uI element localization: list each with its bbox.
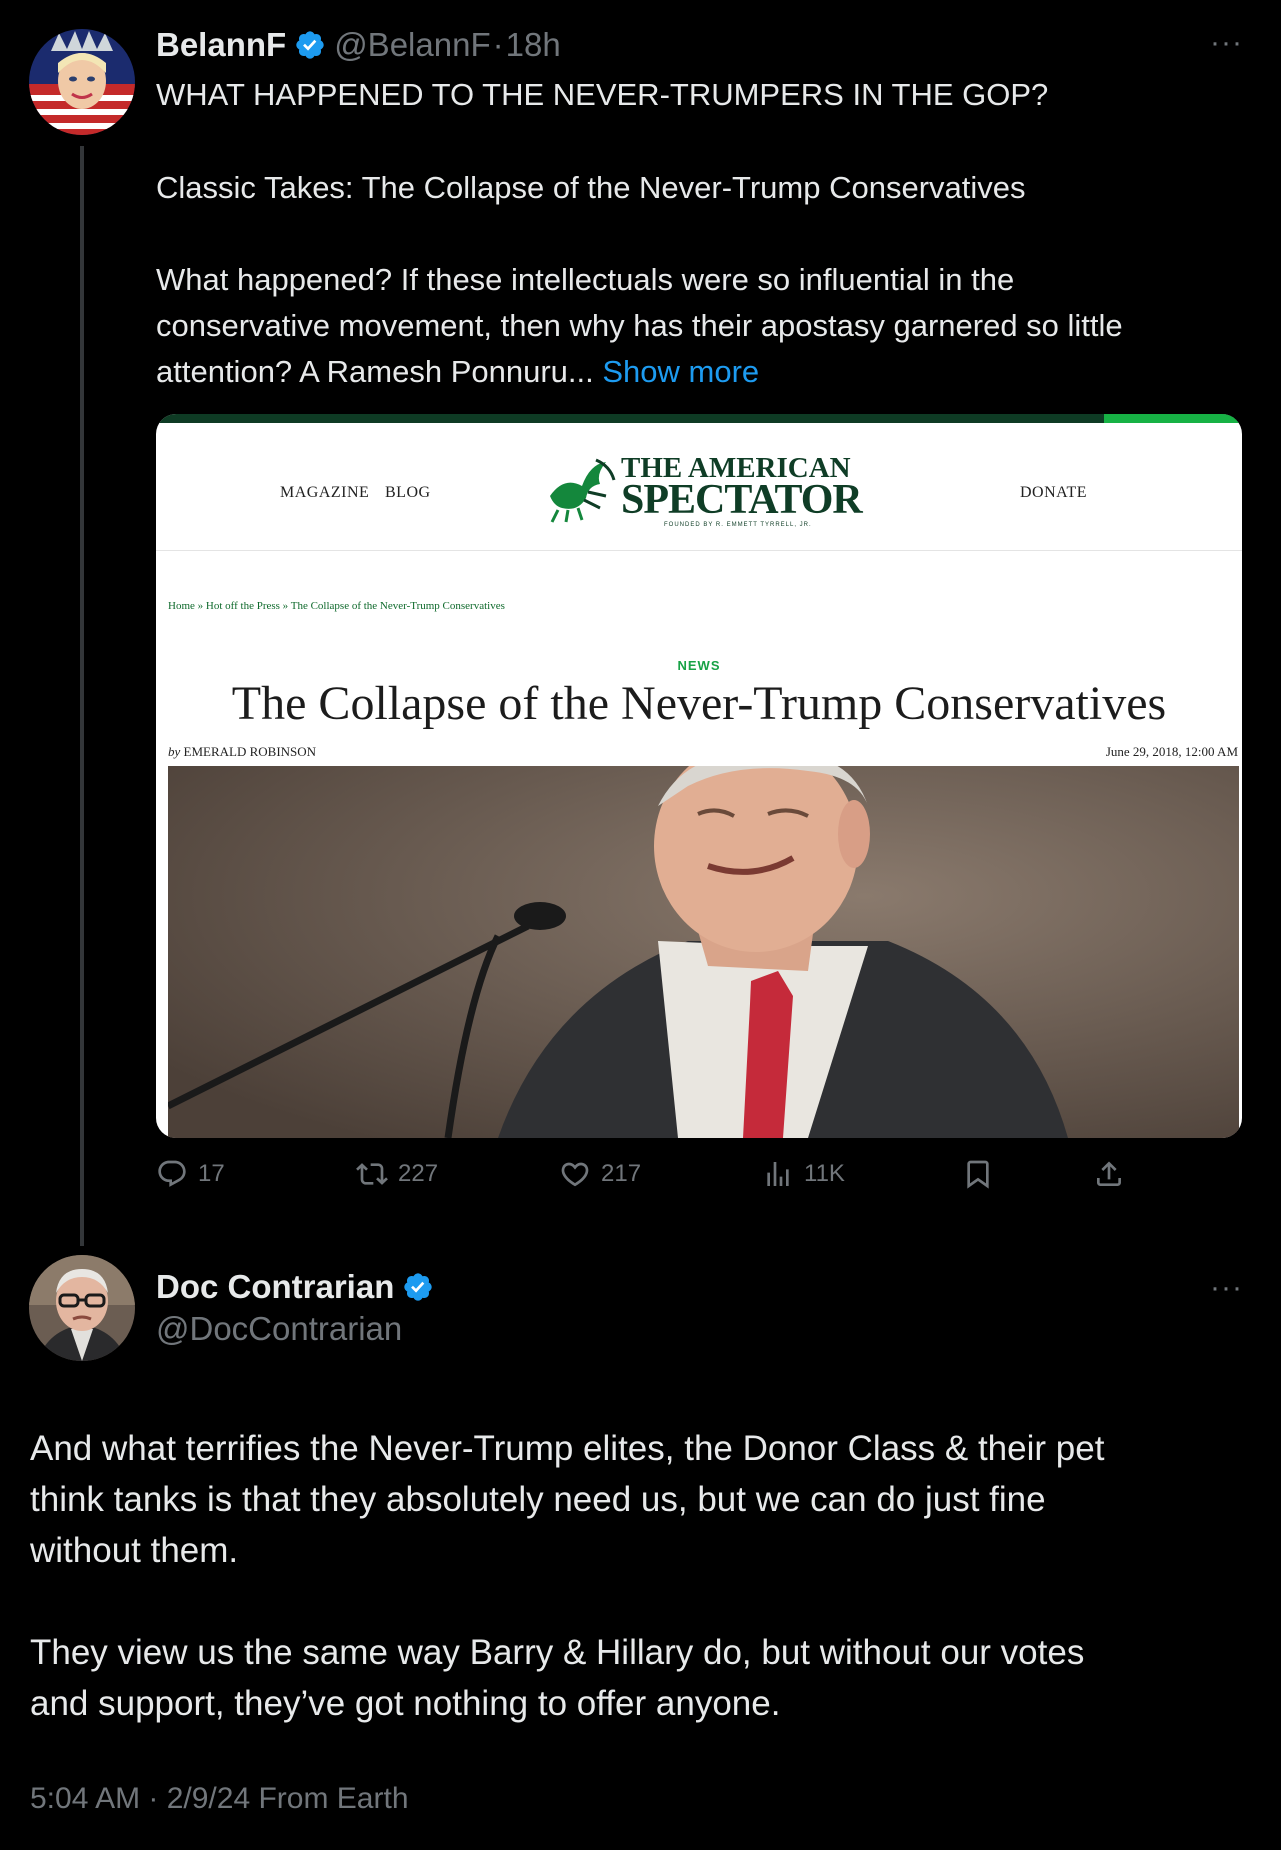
site-nav-donate: DONATE	[1020, 484, 1087, 501]
more-options-icon[interactable]: ···	[1210, 1271, 1243, 1305]
views-button[interactable]: 11K	[762, 1158, 845, 1190]
author-name[interactable]: Doc Contrarian	[156, 1268, 394, 1306]
reply-icon	[158, 1160, 186, 1187]
like-count: 217	[601, 1160, 642, 1187]
tweet-1-line-1: WHAT HAPPENED TO THE NEVER-TRUMPERS IN T…	[156, 77, 1049, 112]
avatar-belannf[interactable]	[29, 29, 135, 135]
repost-icon	[356, 1163, 388, 1185]
bookmark-icon	[967, 1160, 989, 1189]
article-headline: The Collapse of the Never-Trump Conserva…	[231, 677, 1167, 730]
verified-badge-icon	[402, 1271, 434, 1303]
tweet-2-para-1-line-1: And what terrifies the Never-Trump elite…	[30, 1429, 1105, 1468]
spectator-logo-icon	[544, 456, 618, 529]
bookmark-button[interactable]	[962, 1158, 994, 1190]
show-more-link[interactable]: Show more	[602, 354, 759, 389]
repost-count: 227	[398, 1160, 439, 1187]
article-byline: by EMERALD ROBINSON	[168, 744, 316, 760]
tweet-age[interactable]: 18h	[506, 26, 561, 64]
tweet-1-line-3: What happened? If these intellectuals we…	[156, 262, 1015, 297]
author-handle[interactable]: @DocContrarian	[156, 1310, 402, 1348]
views-chart-icon	[767, 1162, 789, 1186]
tweet-1-action-bar: 17 227 217 11K	[156, 1158, 1156, 1198]
more-options-icon[interactable]: ···	[1210, 26, 1243, 60]
card-top-bar-accent	[1104, 414, 1242, 423]
tweet-2-para-1-line-2: think tanks is that they absolutely need…	[30, 1480, 1046, 1519]
tweet-2-para-1-line-3: without them.	[30, 1531, 239, 1570]
logo-tagline: FOUNDED BY R. EMMETT TYRRELL, JR.	[664, 522, 812, 528]
like-button[interactable]: 217	[559, 1158, 641, 1190]
verified-badge-icon	[294, 29, 326, 61]
card-divider	[156, 550, 1242, 551]
tweet-2-header: Doc Contrarian	[156, 1268, 434, 1306]
tweet-1-line-2: Classic Takes: The Collapse of the Never…	[156, 170, 1026, 205]
site-nav-blog: BLOG	[385, 484, 431, 501]
section-tag: NEWS	[677, 658, 721, 673]
thread-connector-line	[80, 146, 84, 1246]
tweet-1-line-5-text: attention? A Ramesh Ponnuru...	[156, 354, 594, 389]
reply-button[interactable]: 17	[156, 1158, 225, 1190]
breadcrumb: Home » Hot off the Press » The Collapse …	[168, 600, 505, 612]
separator-dot: ·	[492, 26, 504, 63]
tweet-1-header: BelannF @BelannF · 18h	[156, 26, 561, 64]
card-top-bar	[156, 414, 1242, 423]
avatar-doccontrarian[interactable]	[29, 1255, 135, 1361]
tweet-timestamp[interactable]: 5:04 AM · 2/9/24 From Earth	[30, 1782, 409, 1816]
tweet-2-para-2-line-2: and support, they’ve got nothing to offe…	[30, 1684, 781, 1723]
share-button[interactable]	[1093, 1158, 1125, 1190]
repost-button[interactable]: 227	[356, 1158, 438, 1190]
reply-count: 17	[198, 1160, 225, 1187]
heart-icon	[561, 1162, 589, 1187]
article-date: June 29, 2018, 12:00 AM	[1105, 744, 1238, 759]
article-photo	[168, 766, 1239, 1138]
tweet-1-line-5: attention? A Ramesh Ponnuru... Show more	[156, 349, 759, 395]
share-icon	[1097, 1161, 1121, 1186]
author-name[interactable]: BelannF	[156, 26, 286, 64]
site-nav-magazine: MAGAZINE	[280, 484, 370, 501]
logo-line-2: SPECTATOR	[621, 477, 863, 523]
views-count: 11K	[804, 1160, 845, 1187]
tweet-1-line-4: conservative movement, then why has thei…	[156, 308, 1123, 343]
link-preview-card[interactable]: MAGAZINE BLOG DONATE THE AMERICAN SPECTA…	[156, 414, 1242, 1138]
byline-name: EMERALD ROBINSON	[183, 744, 317, 759]
byline-by: by	[168, 744, 181, 759]
author-handle[interactable]: @BelannF	[334, 26, 490, 64]
tweet-2-para-2-line-1: They view us the same way Barry & Hillar…	[30, 1633, 1085, 1672]
